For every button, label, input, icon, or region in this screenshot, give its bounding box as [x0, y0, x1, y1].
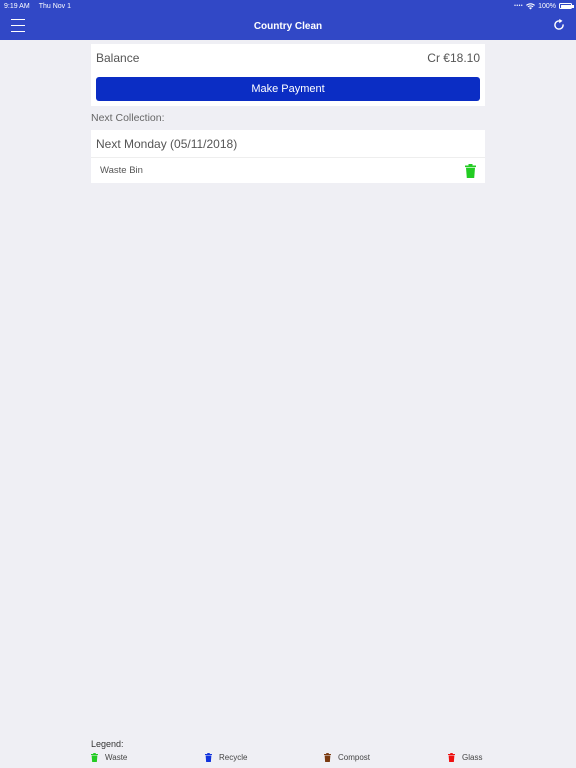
- battery-icon: [559, 3, 574, 9]
- legend-label-glass: Glass: [462, 753, 483, 762]
- next-collection-label: Next Collection:: [91, 112, 165, 124]
- list-item: Waste Bin: [91, 158, 485, 183]
- status-date: Thu Nov 1: [38, 2, 71, 10]
- legend-item-compost: Compost: [324, 753, 370, 762]
- collection-date: Next Monday (05/11/2018): [91, 130, 485, 158]
- status-bar: 9:19 AM Thu Nov 1 •••• 100%: [0, 0, 576, 12]
- wifi-icon: [526, 2, 536, 9]
- balance-row: Balance Cr €18.10: [91, 44, 485, 72]
- collection-card: Next Monday (05/11/2018) Waste Bin: [91, 130, 485, 183]
- signal-dots-icon: ••••: [514, 3, 524, 9]
- page-title: Country Clean: [253, 20, 323, 32]
- legend-item-waste: Waste: [91, 753, 127, 762]
- balance-card: Balance Cr €18.10 Make Payment: [91, 44, 485, 106]
- refresh-icon[interactable]: [552, 18, 566, 32]
- trash-icon: [324, 753, 331, 762]
- status-time: 9:19 AM: [4, 2, 30, 10]
- make-payment-button[interactable]: Make Payment: [96, 77, 480, 101]
- legend: Waste Recycle Compost Glass: [91, 753, 491, 765]
- trash-icon: [205, 753, 212, 762]
- hamburger-icon[interactable]: [11, 19, 25, 32]
- bin-name: Waste Bin: [100, 165, 143, 176]
- legend-label-recycle: Recycle: [219, 753, 248, 762]
- balance-label: Balance: [96, 51, 140, 65]
- trash-icon: [465, 163, 476, 178]
- trash-icon: [448, 753, 455, 762]
- trash-icon: [91, 753, 98, 762]
- legend-label-waste: Waste: [105, 753, 128, 762]
- battery-percent: 100%: [538, 2, 556, 10]
- balance-value: Cr €18.10: [427, 51, 480, 65]
- nav-bar: Country Clean: [0, 12, 576, 40]
- legend-item-recycle: Recycle: [205, 753, 247, 762]
- legend-label: Legend:: [91, 739, 124, 749]
- legend-label-compost: Compost: [338, 753, 371, 762]
- legend-item-glass: Glass: [448, 753, 482, 762]
